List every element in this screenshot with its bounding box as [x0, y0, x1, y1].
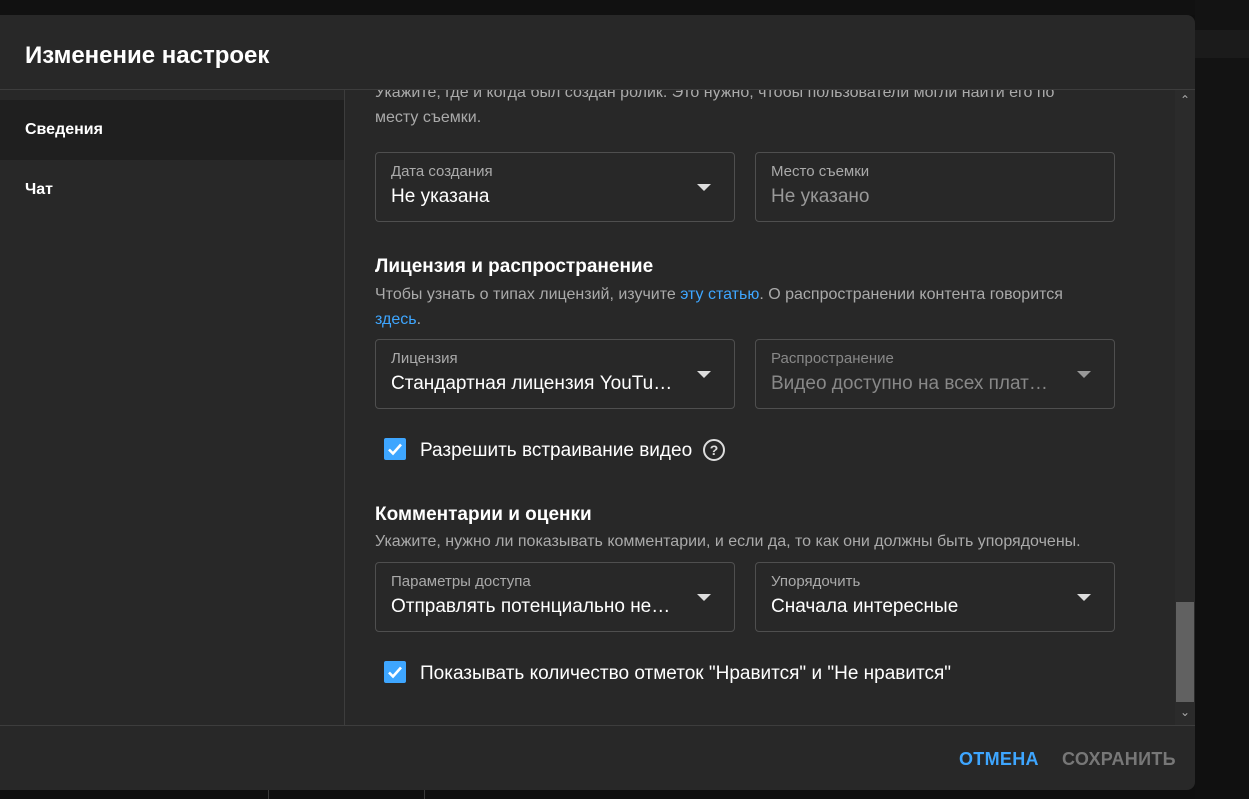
save-button[interactable]: СОХРАНИТЬ	[1062, 749, 1176, 770]
comments-sort-dropdown[interactable]: Упорядочить Сначала интересные	[755, 562, 1115, 632]
field-value: Сначала интересные	[771, 596, 959, 617]
dialog-footer: ОТМЕНА СОХРАНИТЬ	[0, 725, 1195, 790]
recording-location-field[interactable]: Место съемки Не указано	[755, 152, 1115, 222]
recording-description-line1: Укажите, где и когда был создан ролик. Э…	[375, 90, 1055, 101]
field-value: Стандартная лицензия YouTu…	[391, 373, 671, 394]
field-label: Распространение	[771, 350, 894, 367]
embed-label: Разрешить встраивание видео	[420, 440, 693, 461]
field-value: Отправлять потенциально не…	[391, 596, 671, 617]
backdrop-top	[0, 0, 1249, 15]
likes-checkbox[interactable]	[384, 661, 406, 683]
help-icon[interactable]: ?	[703, 439, 725, 461]
scroll-down-icon[interactable]: ⌄	[1177, 705, 1193, 721]
backdrop-divider	[268, 790, 269, 799]
license-desc-text: .	[416, 311, 422, 328]
license-desc-text: . О распространении контента говорится	[759, 286, 1063, 303]
scroll-up-icon[interactable]: ⌃	[1177, 93, 1193, 109]
check-icon	[388, 443, 402, 456]
field-label: Дата создания	[391, 163, 493, 180]
distribution-help-link[interactable]: здесь	[375, 311, 417, 328]
recording-description-line2: месту съемки.	[375, 109, 482, 126]
dialog-title: Изменение настроек	[25, 42, 270, 69]
comments-description: Укажите, нужно ли показывать комментарии…	[375, 533, 1081, 550]
likes-label: Показывать количество отметок "Нравится"…	[420, 663, 952, 684]
license-description: Чтобы узнать о типах лицензий, изучите э…	[375, 282, 1135, 332]
field-label: Упорядочить	[771, 573, 861, 590]
comments-access-dropdown[interactable]: Параметры доступа Отправлять потенциальн…	[375, 562, 735, 632]
backdrop-divider	[424, 790, 425, 799]
recording-description: Укажите, где и когда был создан ролик. Э…	[375, 90, 1054, 130]
field-value: Видео доступно на всех плат…	[771, 373, 1048, 394]
chevron-down-icon	[697, 371, 711, 378]
field-label: Лицензия	[391, 350, 458, 367]
chevron-down-icon	[697, 184, 711, 191]
dialog-header: Изменение настроек	[0, 15, 1195, 90]
chevron-down-icon	[697, 594, 711, 601]
comments-heading: Комментарии и оценки	[375, 504, 592, 525]
settings-dialog: Изменение настроек Сведения Чат Укажите,…	[0, 15, 1195, 790]
field-label: Место съемки	[771, 163, 870, 180]
license-dropdown[interactable]: Лицензия Стандартная лицензия YouTu…	[375, 339, 735, 409]
sidebar-item-chat[interactable]: Чат	[0, 160, 344, 220]
chevron-down-icon	[1077, 594, 1091, 601]
backdrop-right-band	[1195, 30, 1249, 58]
backdrop-right-lower	[1195, 430, 1249, 799]
embed-checkbox[interactable]	[384, 438, 406, 460]
license-heading: Лицензия и распространение	[375, 256, 654, 277]
field-value: Не указана	[391, 186, 490, 207]
scrollbar-thumb[interactable]	[1176, 602, 1194, 702]
cancel-button[interactable]: ОТМЕНА	[959, 749, 1039, 770]
sidebar-item-details[interactable]: Сведения	[0, 100, 344, 160]
license-desc-text: Чтобы узнать о типах лицензий, изучите	[375, 286, 681, 303]
location-input[interactable]: Не указано	[771, 186, 1051, 208]
chevron-down-icon	[1077, 371, 1091, 378]
recording-date-dropdown[interactable]: Дата создания Не указана	[375, 152, 735, 222]
settings-content: Укажите, где и когда был создан ролик. Э…	[345, 90, 1175, 725]
field-label: Параметры доступа	[391, 573, 531, 590]
distribution-dropdown[interactable]: Распространение Видео доступно на всех п…	[755, 339, 1115, 409]
check-icon	[388, 666, 402, 679]
license-article-link[interactable]: эту статью	[680, 286, 759, 303]
sidebar: Сведения Чат	[0, 90, 345, 725]
